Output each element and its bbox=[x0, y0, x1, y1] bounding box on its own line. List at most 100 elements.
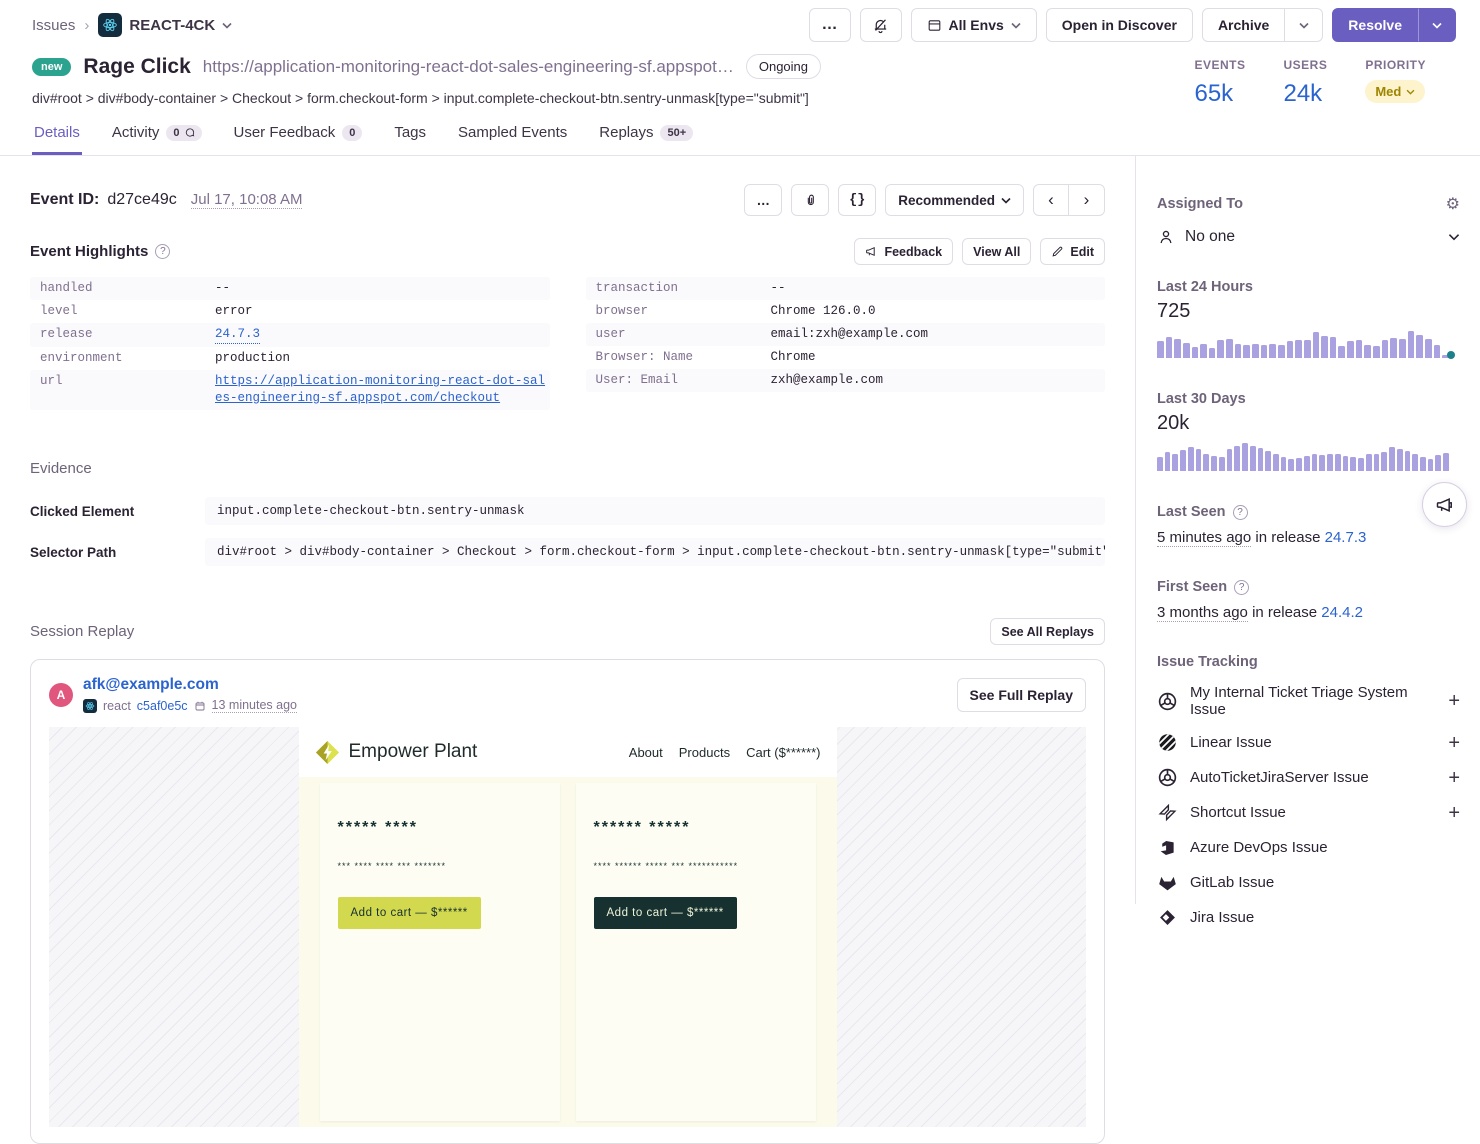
issue-stats: EVENTS 65k USERS 24k PRIORITY Med bbox=[1194, 54, 1426, 108]
release-link[interactable]: 24.7.3 bbox=[215, 326, 260, 344]
top-bar: Issues › REACT-4CK … bbox=[0, 0, 1480, 50]
issue-actions: … All Envs Open in Discover Archive bbox=[809, 8, 1456, 42]
see-all-replays-button[interactable]: See All Replays bbox=[990, 618, 1105, 645]
first-seen-release-link[interactable]: 24.4.2 bbox=[1321, 604, 1363, 621]
tracker-row-azure-devops[interactable]: Azure DevOps Issue bbox=[1157, 837, 1460, 858]
tab-user-feedback[interactable]: User Feedback 0 bbox=[232, 118, 365, 155]
add-issue-button[interactable]: + bbox=[1448, 770, 1460, 786]
chart-bar bbox=[1335, 454, 1341, 471]
chart-bar bbox=[1389, 447, 1395, 471]
replay-time-ago[interactable]: 13 minutes ago bbox=[212, 698, 297, 713]
tab-tags[interactable]: Tags bbox=[392, 118, 428, 155]
tracker-label: Jira Issue bbox=[1190, 909, 1460, 926]
previous-event-button[interactable]: ‹ bbox=[1033, 184, 1069, 216]
feedback-widget-button[interactable] bbox=[1422, 482, 1467, 527]
empower-plant-brand: Empower Plant bbox=[315, 740, 478, 765]
feedback-button[interactable]: Feedback bbox=[854, 238, 953, 265]
priority-selector[interactable]: Med bbox=[1365, 80, 1425, 103]
breadcrumb-issues-link[interactable]: Issues bbox=[32, 17, 75, 34]
event-more-button[interactable]: … bbox=[744, 184, 782, 216]
last-seen-release-link[interactable]: 24.7.3 bbox=[1325, 529, 1367, 546]
project-selector[interactable]: REACT-4CK bbox=[98, 13, 232, 37]
archive-button[interactable]: Archive bbox=[1202, 8, 1285, 42]
chart-bar bbox=[1166, 337, 1173, 358]
help-icon[interactable]: ? bbox=[1234, 580, 1249, 595]
latest-event-dot bbox=[1447, 351, 1455, 359]
assignee-selector[interactable]: No one bbox=[1157, 228, 1460, 246]
event-timestamp[interactable]: Jul 17, 10:08 AM bbox=[191, 191, 303, 209]
last-30-days-value: 20k bbox=[1157, 412, 1460, 435]
more-actions-button[interactable]: … bbox=[809, 8, 851, 42]
chart-bar bbox=[1234, 446, 1240, 471]
tab-sampled-events[interactable]: Sampled Events bbox=[456, 118, 569, 155]
chart-bar bbox=[1397, 449, 1403, 471]
next-event-button[interactable]: › bbox=[1069, 184, 1105, 216]
help-icon[interactable]: ? bbox=[1233, 505, 1248, 520]
tracker-row-gitlab[interactable]: GitLab Issue bbox=[1157, 872, 1460, 893]
replay-id-link[interactable]: c5af0e5c bbox=[137, 699, 188, 713]
replay-nav-products[interactable]: Products bbox=[679, 745, 730, 760]
chart-bar bbox=[1188, 447, 1194, 471]
product-title: ****** ***** bbox=[594, 819, 798, 837]
resolve-dropdown-button[interactable] bbox=[1418, 8, 1456, 42]
mute-button[interactable] bbox=[860, 8, 902, 42]
chart-bar bbox=[1443, 453, 1449, 471]
open-in-discover-button[interactable]: Open in Discover bbox=[1046, 8, 1193, 42]
replay-nav-about[interactable]: About bbox=[629, 745, 663, 760]
add-to-cart-button[interactable]: Add to cart — $****** bbox=[338, 897, 481, 929]
replay-nav-cart[interactable]: Cart ($******) bbox=[746, 745, 820, 760]
last-30-days-chart[interactable] bbox=[1157, 443, 1449, 471]
chart-bar bbox=[1304, 340, 1311, 358]
users-value[interactable]: 24k bbox=[1283, 80, 1327, 108]
archive-dropdown-button[interactable] bbox=[1285, 8, 1323, 42]
tab-replays[interactable]: Replays 50+ bbox=[597, 118, 695, 155]
empower-plant-brand-label: Empower Plant bbox=[349, 741, 478, 763]
chart-bar bbox=[1304, 456, 1310, 471]
event-sort-selector[interactable]: Recommended bbox=[885, 184, 1024, 216]
resolve-button[interactable]: Resolve bbox=[1332, 8, 1418, 42]
url-link[interactable]: https://application-monitoring-react-dot… bbox=[215, 373, 550, 407]
shortcut-icon bbox=[1157, 802, 1178, 823]
product-description: **** ****** ***** *** *********** bbox=[594, 861, 798, 871]
chart-bar bbox=[1157, 457, 1163, 471]
help-icon[interactable]: ? bbox=[155, 244, 170, 259]
tracker-row-autoticket-jiraserver[interactable]: AutoTicketJiraServer Issue + bbox=[1157, 767, 1460, 788]
add-to-cart-button[interactable]: Add to cart — $****** bbox=[594, 897, 737, 929]
gear-icon[interactable]: ⚙ bbox=[1446, 194, 1460, 214]
tracker-row-internal-triage[interactable]: My Internal Ticket Triage System Issue + bbox=[1157, 684, 1460, 718]
replay-user-link[interactable]: afk@example.com bbox=[83, 676, 297, 694]
json-button[interactable]: {} bbox=[838, 184, 876, 216]
chevron-down-icon bbox=[1001, 197, 1011, 204]
last-seen-time[interactable]: 5 minutes ago bbox=[1157, 529, 1251, 547]
events-value[interactable]: 65k bbox=[1194, 80, 1245, 108]
add-issue-button[interactable]: + bbox=[1448, 805, 1460, 821]
chart-bar bbox=[1265, 451, 1271, 471]
window-icon bbox=[927, 18, 942, 33]
tab-badge: 0 bbox=[166, 125, 201, 141]
all-envs-selector[interactable]: All Envs bbox=[911, 8, 1037, 42]
chart-bar bbox=[1287, 341, 1294, 358]
edit-button[interactable]: Edit bbox=[1040, 238, 1105, 265]
add-issue-button[interactable]: + bbox=[1448, 735, 1460, 751]
tracker-row-shortcut[interactable]: Shortcut Issue + bbox=[1157, 802, 1460, 823]
kv-row: Browser: NameChrome bbox=[586, 346, 1106, 369]
last-24-hours-chart[interactable] bbox=[1157, 331, 1449, 358]
replay-page-nav: About Products Cart ($******) bbox=[629, 745, 821, 760]
tracker-row-jira[interactable]: Jira Issue bbox=[1157, 907, 1460, 928]
attachments-button[interactable] bbox=[791, 184, 829, 216]
first-seen-time[interactable]: 3 months ago bbox=[1157, 604, 1248, 622]
gitlab-icon bbox=[1157, 872, 1178, 893]
view-all-button[interactable]: View All bbox=[962, 238, 1031, 265]
product-card: ****** ***** **** ****** ***** *** *****… bbox=[576, 783, 816, 1121]
add-issue-button[interactable]: + bbox=[1448, 693, 1460, 709]
chart-bar bbox=[1347, 341, 1354, 358]
tab-badge: 50+ bbox=[660, 125, 693, 141]
tab-details[interactable]: Details bbox=[32, 118, 82, 155]
see-full-replay-button[interactable]: See Full Replay bbox=[957, 678, 1086, 712]
chevron-right-icon: › bbox=[84, 17, 89, 34]
replay-viewport[interactable]: Empower Plant About Products Cart ($****… bbox=[49, 727, 1086, 1127]
chart-bar bbox=[1420, 457, 1426, 471]
selector-path-value: div#root > div#body-container > Checkout… bbox=[205, 538, 1105, 566]
tracker-row-linear[interactable]: Linear Issue + bbox=[1157, 732, 1460, 753]
tab-activity[interactable]: Activity 0 bbox=[110, 118, 204, 155]
